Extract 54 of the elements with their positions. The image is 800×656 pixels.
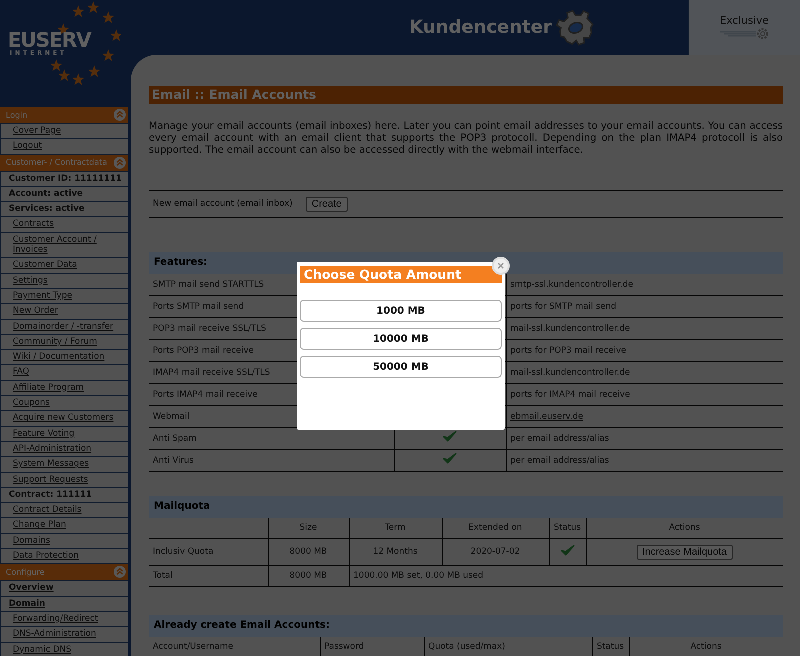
table-cell: Anti Virus [149,450,394,472]
column-header: Term [349,518,442,538]
table-cell: mail-ssl.kundencontroller.de [510,324,630,334]
collapse-icon [114,109,126,121]
column-header: Actions [586,518,783,538]
column-header: Status [592,637,629,656]
table-cell: ports for POP3 mail receive [510,346,626,356]
column-header: Password [320,637,424,656]
sidebar-section-header[interactable]: Configure [0,564,128,582]
increase-mailquota-button[interactable]: Increase Mailquota [636,544,733,560]
page-title: Email :: Email Accounts [149,86,783,104]
collapse-icon [114,156,126,169]
column-header: Extended on [442,518,549,538]
plan-name: Exclusive [720,15,770,27]
sidebar-section-header[interactable]: Customer- / Contractdata [0,154,128,172]
table-cell: ports for SMTP mail send [510,302,617,312]
table-cell: 1000.00 MB set, 0.00 MB used [349,566,783,586]
column-header: Size [268,518,349,538]
speed-gear-icon [720,28,770,40]
table-cell: smtp-ssl.kundencontroller.de [510,280,634,290]
table-cell: Total [149,566,268,586]
dialog-title: Choose Quota Amount [300,266,502,283]
site-title: Kundencenter [409,17,552,38]
table-cell: 8000 MB [268,566,349,586]
create-button[interactable]: Create [306,196,348,212]
sidebar-info: Contract: 111111 [9,490,94,500]
gear-icon [556,8,596,48]
sidebar-info: Services: active [9,204,86,214]
column-header: Quota (used/max) [424,637,592,656]
quota-option-button[interactable]: 50000 MB [300,356,502,378]
table-cell: mail-ssl.kundencontroller.de [510,368,630,378]
table-cell: per email address/alias [510,456,610,466]
table-cell: per email address/alias [510,434,610,444]
quota-option-button[interactable]: 10000 MB [300,328,502,350]
quota-option-button[interactable]: 1000 MB [300,300,502,322]
table-cell: 12 Months [349,538,442,566]
table-cell: Inclusiv Quota [149,538,268,566]
new-account-label: New email account (email inbox) [153,199,293,209]
table-cell: 8000 MB [268,538,349,566]
section-header: Mailquota [149,496,783,518]
logo-text: EUSERV [8,30,91,50]
sidebar-info: Account: active [9,188,84,200]
sidebar-info: Customer ID: 11111111 [9,174,123,184]
column-header: Actions [629,637,783,656]
webmail-link[interactable]: ebmail.euserv.de [510,412,584,422]
table-cell: 2020-07-02 [442,538,549,566]
collapse-icon [114,566,126,578]
column-header: Account/Username [149,637,320,656]
section-header: Already create Email Accounts: [149,615,783,637]
table-cell: ports for IMAP4 mail receive [510,390,630,400]
intro-paragraph: Manage your email accounts (email inboxes) here. Later you can point email addresses to your email accounts. You can access every email account with an email client that supports the POP3 protocoll. Depending on the plan IMAP4 protocoll is also supported. The email account can also be accessed directly with the webmail interface. [149,121,783,157]
sidebar-section-header[interactable]: Login [0,107,128,124]
close-icon [498,263,504,269]
column-header: Status [549,518,586,538]
